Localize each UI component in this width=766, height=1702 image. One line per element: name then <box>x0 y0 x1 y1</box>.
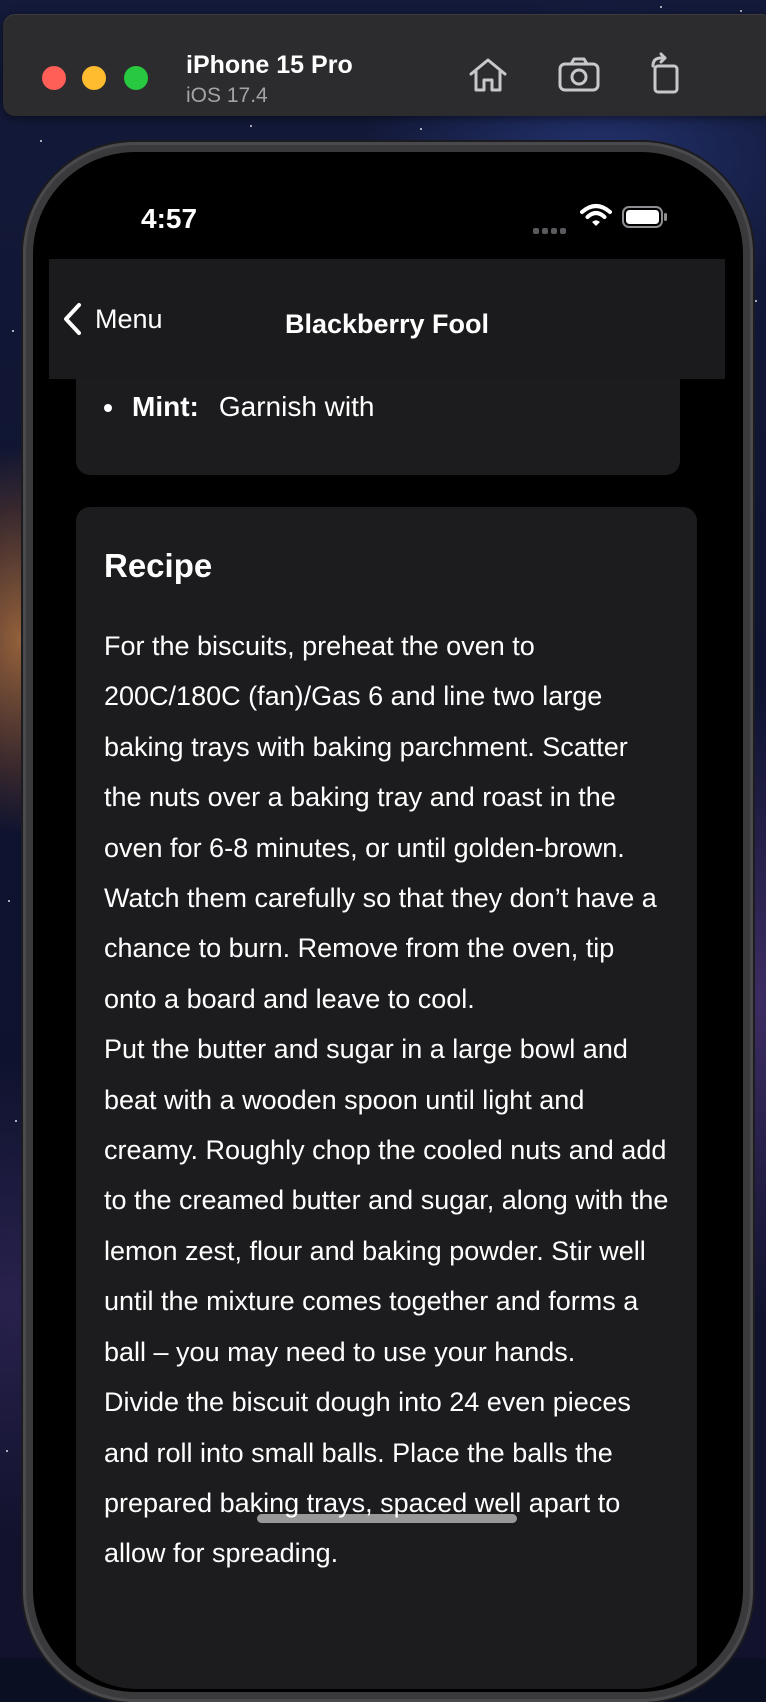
cellular-signal-icon <box>533 221 569 239</box>
scroll-content[interactable]: Mint: Garnish with Recipe For the biscui… <box>49 379 725 1689</box>
home-indicator[interactable] <box>257 1514 517 1523</box>
camera-icon[interactable] <box>556 52 602 98</box>
recipe-text: For the biscuits, preheat the oven to 20… <box>104 621 670 1579</box>
minimize-window-button[interactable] <box>82 66 106 90</box>
list-item: Mint: Garnish with <box>104 391 374 423</box>
recipe-heading: Recipe <box>104 547 213 584</box>
recipe-paragraph: Divide the biscuit dough into 24 even pi… <box>104 1387 631 1569</box>
recipe-card: Recipe For the biscuits, preheat the ove… <box>76 507 697 1689</box>
navigation-bar: Menu Blackberry Fool <box>49 259 725 379</box>
phone-screen: 4:57 Menu Blackberry Fool Mint: Garnish … <box>49 169 725 1689</box>
recipe-paragraph: Put the butter and sugar in a large bowl… <box>104 1034 669 1367</box>
simulator-title-bar: iPhone 15 Pro iOS 17.4 <box>3 14 766 116</box>
rotate-icon[interactable] <box>643 52 689 98</box>
battery-icon <box>622 206 667 228</box>
wifi-icon <box>580 204 612 226</box>
close-window-button[interactable] <box>42 66 66 90</box>
dynamic-island <box>279 189 493 251</box>
page-title: Blackberry Fool <box>284 309 490 339</box>
ingredient-name: Mint: <box>132 391 199 422</box>
recipe-paragraph: For the biscuits, preheat the oven to 20… <box>104 631 657 1014</box>
zoom-window-button[interactable] <box>124 66 148 90</box>
device-os-version: iOS 17.4 <box>186 84 268 107</box>
ingredients-card: Mint: Garnish with <box>76 379 680 475</box>
home-icon[interactable] <box>465 52 511 98</box>
device-name: iPhone 15 Pro <box>186 51 353 79</box>
status-time: 4:57 <box>141 203 198 234</box>
bullet <box>104 404 112 412</box>
ingredient-note: Garnish with <box>218 391 375 422</box>
